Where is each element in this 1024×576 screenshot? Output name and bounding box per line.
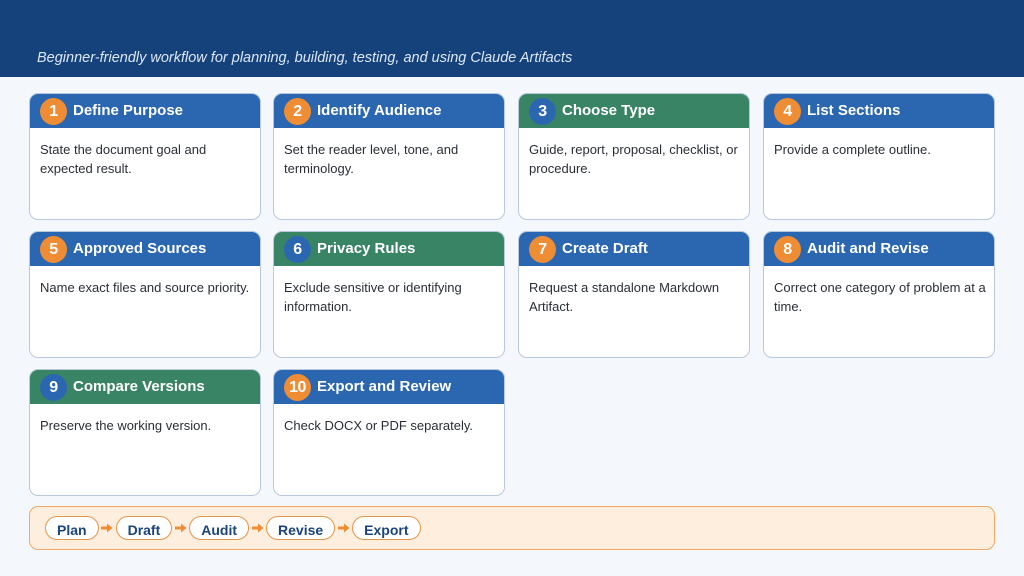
step-number-badge: 3 — [529, 98, 556, 125]
flow-stage-audit: Audit — [189, 516, 250, 540]
step-card-5: 5 Approved Sources Name exact files and … — [29, 231, 261, 358]
step-title: Export and Review — [317, 378, 452, 395]
step-description: Correct one category of problem at a tim… — [774, 280, 986, 314]
step-description: Set the reader level, tone, and terminol… — [284, 142, 459, 176]
step-card-1: 1 Define Purpose State the document goal… — [29, 93, 261, 220]
step-description: Provide a complete outline. — [774, 142, 931, 157]
step-description: Exclude sensitive or identifying informa… — [284, 280, 462, 314]
step-card-header: 3 Choose Type — [519, 94, 749, 128]
step-number-badge: 6 — [284, 236, 311, 263]
flow-stage-plan: Plan — [45, 516, 99, 540]
step-card-header: 7 Create Draft — [519, 232, 749, 266]
step-title: Identify Audience — [317, 102, 442, 119]
header-banner: Beginner-friendly workflow for planning,… — [0, 0, 1024, 77]
step-card-header: 4 List Sections — [764, 94, 994, 128]
step-title: Create Draft — [562, 240, 648, 257]
step-number-badge: 10 — [284, 374, 311, 401]
step-card-6: 6 Privacy Rules Exclude sensitive or ide… — [273, 231, 505, 358]
step-card-header: 1 Define Purpose — [30, 94, 260, 128]
workflow-summary-panel: Plan Draft Audit Revise Export — [29, 506, 995, 550]
page-subtitle: Beginner-friendly workflow for planning,… — [37, 50, 573, 66]
step-card-3: 3 Choose Type Guide, report, proposal, c… — [518, 93, 750, 220]
flow-stage-draft: Draft — [115, 516, 173, 540]
step-description: Check DOCX or PDF separately. — [284, 418, 474, 433]
arrow-right-icon — [99, 523, 116, 533]
step-card-4: 4 List Sections Provide a complete outli… — [763, 93, 995, 220]
step-number-badge: 7 — [529, 236, 556, 263]
step-title: Approved Sources — [73, 240, 207, 257]
flow-stage-export: Export — [352, 516, 421, 540]
step-card-header: 5 Approved Sources — [30, 232, 260, 266]
step-title: Audit and Revise — [807, 240, 929, 257]
workflow-flow: Plan Draft Audit Revise Export — [45, 516, 421, 540]
step-card-header: 2 Identify Audience — [274, 94, 504, 128]
step-card-7: 7 Create Draft Request a standalone Mark… — [518, 231, 750, 358]
step-card-2: 2 Identify Audience Set the reader level… — [273, 93, 505, 220]
step-description: Request a standalone Markdown Artifact. — [529, 280, 720, 314]
step-card-header: 6 Privacy Rules — [274, 232, 504, 266]
step-description: Guide, report, proposal, checklist, or p… — [529, 142, 738, 176]
step-number-badge: 1 — [40, 98, 67, 125]
step-title: Define Purpose — [73, 102, 184, 119]
step-card-9: 9 Compare Versions Preserve the working … — [29, 369, 261, 496]
step-card-10: 10 Export and Review Check DOCX or PDF s… — [273, 369, 505, 496]
step-card-header: 9 Compare Versions — [30, 370, 260, 404]
step-title: Compare Versions — [73, 378, 205, 395]
step-card-header: 8 Audit and Revise — [764, 232, 994, 266]
step-description: Preserve the working version. — [40, 418, 212, 433]
step-description: Name exact files and source priority. — [40, 280, 250, 295]
step-title: List Sections — [807, 102, 901, 119]
step-number-badge: 2 — [284, 98, 311, 125]
step-number-badge: 9 — [40, 374, 67, 401]
step-number-badge: 5 — [40, 236, 67, 263]
step-card-header: 10 Export and Review — [274, 370, 504, 404]
step-number-badge: 4 — [774, 98, 801, 125]
arrow-right-icon — [335, 523, 352, 533]
arrow-right-icon — [172, 523, 189, 533]
step-title: Privacy Rules — [317, 240, 416, 257]
step-title: Choose Type — [562, 102, 656, 119]
arrow-right-icon — [249, 523, 266, 533]
step-number-badge: 8 — [774, 236, 801, 263]
flow-stage-revise: Revise — [266, 516, 336, 540]
step-description: State the document goal and expected res… — [40, 142, 207, 176]
step-card-8: 8 Audit and Revise Correct one category … — [763, 231, 995, 358]
